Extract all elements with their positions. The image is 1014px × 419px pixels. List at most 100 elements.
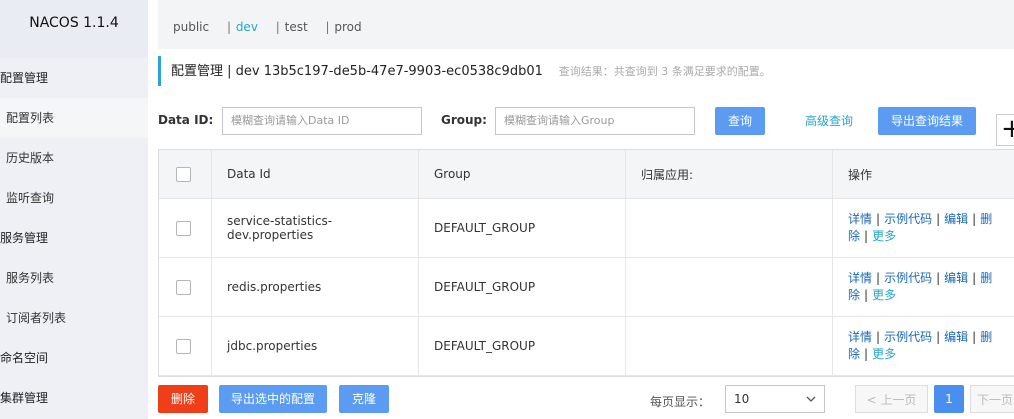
- more-link[interactable]: 更多: [872, 229, 896, 243]
- page-size-label: 每页显示：: [650, 395, 711, 409]
- row-select-cell: [159, 258, 212, 316]
- prev-page-button[interactable]: < 上一页: [855, 385, 928, 413]
- namespace-separator: |: [226, 20, 231, 34]
- page-title: 配置管理 | dev 13b5c197-de5b-47e7-9903-ec053…: [171, 64, 543, 79]
- query-result-hint: 查询结果：共查询到 3 条满足要求的配置。: [558, 65, 771, 78]
- sidebar-item-config-list[interactable]: 配置列表: [0, 98, 148, 138]
- cell-actions: 详情 | 示例代码 | 编辑 | 删除 | 更多: [833, 258, 1014, 316]
- detail-link[interactable]: 详情: [848, 330, 872, 344]
- add-config-button[interactable]: +: [996, 114, 1014, 146]
- chevron-down-icon: [806, 396, 816, 402]
- action-separator: |: [972, 271, 977, 285]
- delete-link[interactable]: 删: [980, 271, 992, 285]
- namespace-prod[interactable]: prod: [334, 20, 361, 34]
- page-1-button[interactable]: 1: [934, 385, 964, 413]
- page-size-select[interactable]: 10: [725, 385, 825, 413]
- column-header-group: Group: [419, 150, 626, 198]
- action-separator: |: [876, 330, 881, 344]
- row-actions: 详情 | 示例代码 | 编辑 | 删除 | 更多: [848, 329, 1014, 363]
- row-checkbox[interactable]: [176, 220, 191, 236]
- sidebar-group-namespace[interactable]: 命名空间: [0, 338, 148, 378]
- column-header-dataid: Data Id: [212, 150, 419, 198]
- advanced-query-button[interactable]: 高级查询: [798, 107, 860, 135]
- namespace-dev[interactable]: dev: [236, 20, 258, 34]
- edit-link[interactable]: 编辑: [944, 212, 968, 226]
- sidebar-item-service-list[interactable]: 服务列表: [0, 258, 148, 298]
- cell-group: DEFAULT_GROUP: [419, 258, 626, 316]
- row-checkbox[interactable]: [176, 279, 191, 295]
- namespace-bar: public | dev | test | prod: [158, 0, 1014, 49]
- select-all-cell: [159, 150, 212, 198]
- dataid-label: Data ID:: [158, 113, 214, 127]
- action-separator: |: [936, 271, 941, 285]
- action-separator: |: [876, 271, 881, 285]
- clone-button[interactable]: 克隆: [339, 385, 389, 413]
- column-header-actions: 操作: [848, 167, 873, 182]
- search-bar: Data ID: 模糊查询请输入Data ID Group: 模糊查询请输入Gr…: [158, 107, 1014, 135]
- next-page-button[interactable]: 下一页: [970, 385, 1014, 413]
- sidebar-group-service[interactable]: 服务管理: [0, 218, 148, 258]
- brand-logo: NACOS 1.1.4: [0, 0, 148, 58]
- namespace-test[interactable]: test: [285, 20, 308, 34]
- group-input[interactable]: 模糊查询请输入Group: [495, 107, 695, 135]
- delete-link-tail[interactable]: 除: [848, 288, 860, 302]
- delete-link[interactable]: 删: [980, 330, 992, 344]
- cell-group: DEFAULT_GROUP: [419, 317, 626, 375]
- action-separator: |: [936, 212, 941, 226]
- detail-link[interactable]: 详情: [848, 271, 872, 285]
- more-link[interactable]: 更多: [872, 288, 896, 302]
- sidebar-item-history[interactable]: 历史版本: [0, 138, 148, 178]
- table-row: service-statistics-dev.properties DEFAUL…: [159, 199, 1014, 258]
- row-select-cell: [159, 317, 212, 375]
- delete-link[interactable]: 删: [980, 212, 992, 226]
- sidebar-item-subscriber-list[interactable]: 订阅者列表: [0, 298, 148, 338]
- cell-dataid: jdbc.properties: [212, 317, 419, 375]
- action-separator: |: [864, 229, 869, 243]
- main-content: public | dev | test | prod 配置管理 | dev 13…: [148, 0, 1014, 419]
- edit-link[interactable]: 编辑: [944, 271, 968, 285]
- sidebar: NACOS 1.1.4 配置管理 配置列表 历史版本 监听查询 服务管理 服务列…: [0, 0, 148, 419]
- action-separator: |: [864, 288, 869, 302]
- cell-actions: 详情 | 示例代码 | 编辑 | 删除 | 更多: [833, 199, 1014, 257]
- table-footer: 删除 导出选中的配置 克隆 每页显示： 10 < 上一页 1 下一页: [158, 385, 1014, 413]
- cell-app: [626, 258, 833, 316]
- sidebar-group-config[interactable]: 配置管理: [0, 58, 148, 98]
- group-label: Group:: [441, 113, 487, 127]
- export-selected-button[interactable]: 导出选中的配置: [219, 385, 327, 413]
- action-separator: |: [972, 330, 977, 344]
- action-separator: |: [972, 212, 977, 226]
- namespace-public[interactable]: public: [173, 20, 209, 34]
- sample-code-link[interactable]: 示例代码: [884, 271, 932, 285]
- dataid-input[interactable]: 模糊查询请输入Data ID: [222, 107, 422, 135]
- query-button[interactable]: 查询: [715, 107, 765, 135]
- sample-code-link[interactable]: 示例代码: [884, 212, 932, 226]
- detail-link[interactable]: 详情: [848, 212, 872, 226]
- cell-dataid: service-statistics-dev.properties: [212, 199, 419, 257]
- page-size-value: 10: [734, 392, 750, 406]
- row-select-cell: [159, 199, 212, 257]
- delete-button[interactable]: 删除: [158, 385, 208, 413]
- action-separator: |: [936, 330, 941, 344]
- more-link[interactable]: 更多: [872, 347, 896, 361]
- sample-code-link[interactable]: 示例代码: [884, 330, 932, 344]
- select-all-checkbox[interactable]: [176, 166, 191, 182]
- table-header: Data Id Group 归属应用: 操作: [159, 150, 1014, 199]
- row-actions: 详情 | 示例代码 | 编辑 | 删除 | 更多: [848, 270, 1014, 304]
- delete-link-tail[interactable]: 除: [848, 347, 860, 361]
- cell-app: [626, 199, 833, 257]
- row-actions: 详情 | 示例代码 | 编辑 | 删除 | 更多: [848, 211, 1014, 245]
- cell-app: [626, 317, 833, 375]
- namespace-separator: |: [325, 20, 330, 34]
- export-results-button[interactable]: 导出查询结果: [878, 107, 976, 135]
- column-header-app: 归属应用:: [626, 150, 833, 198]
- sidebar-item-listener[interactable]: 监听查询: [0, 178, 148, 218]
- config-table: Data Id Group 归属应用: 操作 service-statistic…: [158, 149, 1014, 377]
- table-row: redis.properties DEFAULT_GROUP 详情 | 示例代码 | 编…: [159, 258, 1014, 317]
- table-row: jdbc.properties DEFAULT_GROUP 详情 | 示例代码 | 编辑…: [159, 317, 1014, 376]
- row-checkbox[interactable]: [176, 338, 191, 354]
- cell-dataid: redis.properties: [212, 258, 419, 316]
- edit-link[interactable]: 编辑: [944, 330, 968, 344]
- delete-link-tail[interactable]: 除: [848, 229, 860, 243]
- sidebar-group-cluster[interactable]: 集群管理: [0, 378, 148, 418]
- cell-actions: 详情 | 示例代码 | 编辑 | 删除 | 更多: [833, 317, 1014, 375]
